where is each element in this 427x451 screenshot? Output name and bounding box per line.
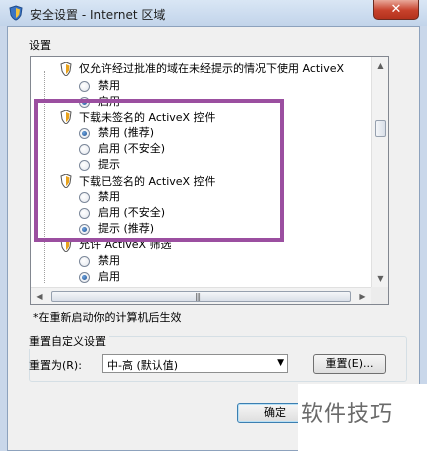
radio-label[interactable]: 启用 xyxy=(98,270,120,284)
security-shield-icon xyxy=(9,5,23,21)
vertical-scrollbar[interactable]: ▲ ▼ xyxy=(371,57,388,287)
annotation-highlight-box xyxy=(34,99,284,242)
chevron-down-icon[interactable]: ▼ xyxy=(277,358,284,368)
scrollbar-corner xyxy=(371,287,388,304)
reset-group-title: 重置自定义设置 xyxy=(29,333,109,349)
reset-to-label: 重置为(R): xyxy=(29,359,82,372)
thumb-grip-icon: ||| xyxy=(195,292,201,301)
settings-label: 设置 xyxy=(29,39,51,52)
radio-button[interactable] xyxy=(79,256,90,267)
reset-button[interactable]: 重置(E)... xyxy=(313,354,386,374)
vertical-scroll-thumb[interactable] xyxy=(375,120,386,137)
horizontal-scroll-thumb[interactable]: ||| xyxy=(51,291,351,302)
radio-label[interactable]: 禁用 xyxy=(98,79,120,93)
scroll-right-arrow-icon[interactable]: ▶ xyxy=(354,288,371,304)
setting-header: 仅允许经过批准的域在未经提示的情况下使用 ActiveX xyxy=(79,62,345,75)
radio-label[interactable]: 禁用 xyxy=(98,254,120,268)
horizontal-scrollbar[interactable]: ◀ ||| ▶ xyxy=(31,287,371,304)
title-bar: 安全设置 - Internet 区域 ✕ xyxy=(0,0,427,26)
scroll-up-arrow-icon[interactable]: ▲ xyxy=(372,57,388,74)
scroll-down-arrow-icon[interactable]: ▼ xyxy=(372,270,388,287)
radio-button[interactable] xyxy=(79,272,90,283)
restart-footnote: *在重新启动你的计算机后生效 xyxy=(33,311,182,324)
watermark-text: 软件技巧 xyxy=(301,402,394,427)
radio-button[interactable] xyxy=(79,81,90,92)
reset-level-dropdown[interactable]: 中-高 (默认值) ▼ xyxy=(102,354,288,373)
close-button[interactable]: ✕ xyxy=(373,0,419,20)
dropdown-value: 中-高 (默认值) xyxy=(107,359,179,372)
scroll-left-arrow-icon[interactable]: ◀ xyxy=(31,288,48,304)
settings-shield-icon xyxy=(60,62,72,76)
window-title: 安全设置 - Internet 区域 xyxy=(30,8,166,22)
